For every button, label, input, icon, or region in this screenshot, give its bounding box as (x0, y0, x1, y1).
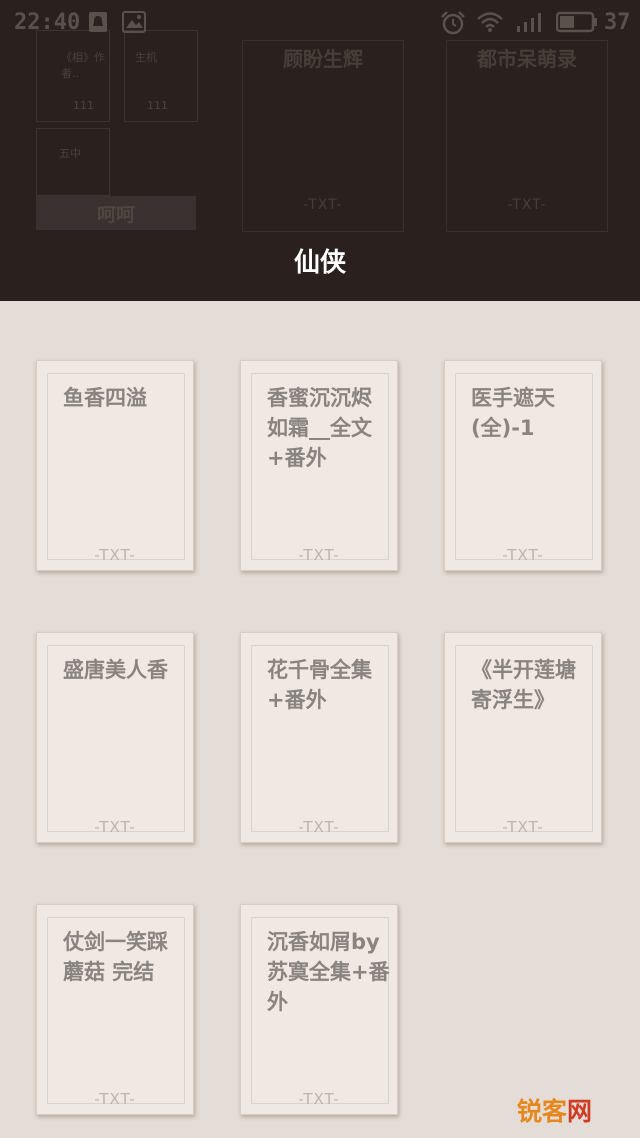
book-card[interactable]: 盛唐美人香 -TXT- (36, 632, 194, 843)
category-header: 《相》作者.. 111 生机 111 五中 呵呵 顾盼生辉 -TXT- 都市呆萌… (0, 0, 640, 301)
book-title: 花千骨全集+番外 (267, 658, 372, 712)
bg-book-tag: -TXT- (507, 197, 547, 213)
book-card[interactable]: 花千骨全集+番外 -TXT- (240, 632, 398, 843)
book-title: 香蜜沉沉烬如霜__全文+番外 (267, 386, 372, 470)
book-card[interactable]: 医手遮天(全)-1 -TXT- (444, 360, 602, 571)
bg-mini-card: 五中 (36, 128, 110, 196)
battery-level: 37 (604, 10, 631, 35)
bg-mini-text: 111 (73, 99, 94, 112)
book-format-tag: -TXT- (94, 546, 136, 564)
bg-book-card: 顾盼生辉 -TXT- (242, 40, 404, 232)
category-title: 仙侠 (293, 248, 346, 278)
battery-icon (555, 11, 598, 37)
book-format-tag: -TXT- (94, 1090, 136, 1108)
book-title: 沉香如屑by苏寞全集+番外 (267, 930, 390, 1014)
signal-icon (515, 11, 547, 37)
bg-button: 呵呵 (36, 196, 196, 230)
clock: 22:40 (14, 10, 81, 35)
book-format-tag: -TXT- (502, 546, 544, 564)
watermark-text: 锐客 (517, 1097, 568, 1126)
book-format-tag: -TXT- (298, 546, 340, 564)
book-card[interactable]: 《半开莲塘寄浮生》 -TXT- (444, 632, 602, 843)
notification-bell-icon (88, 11, 108, 37)
book-card[interactable]: 鱼香四溢 -TXT- (36, 360, 194, 571)
bg-book-card: 都市呆萌录 -TXT- (446, 40, 608, 232)
book-format-tag: -TXT- (94, 818, 136, 836)
book-title: 鱼香四溢 (63, 386, 147, 410)
book-title: 《半开莲塘寄浮生》 (471, 658, 576, 712)
wifi-icon (476, 11, 504, 37)
book-title: 盛唐美人香 (63, 658, 168, 682)
watermark-text: 网 (567, 1097, 593, 1126)
book-title: 医手遮天(全)-1 (471, 386, 555, 440)
alarm-icon (440, 11, 466, 39)
book-card[interactable]: 沉香如屑by苏寞全集+番外 -TXT- (240, 904, 398, 1115)
bg-mini-text: 《相》作者.. (61, 51, 105, 80)
bg-mini-text: 111 (147, 99, 168, 112)
book-format-tag: -TXT- (502, 818, 544, 836)
bg-mini-text: 五中 (59, 147, 81, 160)
book-card[interactable]: 香蜜沉沉烬如霜__全文+番外 -TXT- (240, 360, 398, 571)
site-watermark: 锐客网 (517, 1092, 592, 1128)
bg-book-tag: -TXT- (303, 197, 343, 213)
book-format-tag: -TXT- (298, 1090, 340, 1108)
image-icon (122, 11, 146, 37)
book-format-tag: -TXT- (298, 818, 340, 836)
book-title: 仗剑一笑踩蘑菇 完结 (63, 930, 168, 984)
status-bar: 22:40 37 (0, 0, 640, 48)
book-card[interactable]: 仗剑一笑踩蘑菇 完结 -TXT- (36, 904, 194, 1115)
bg-mini-text: 生机 (135, 51, 157, 64)
